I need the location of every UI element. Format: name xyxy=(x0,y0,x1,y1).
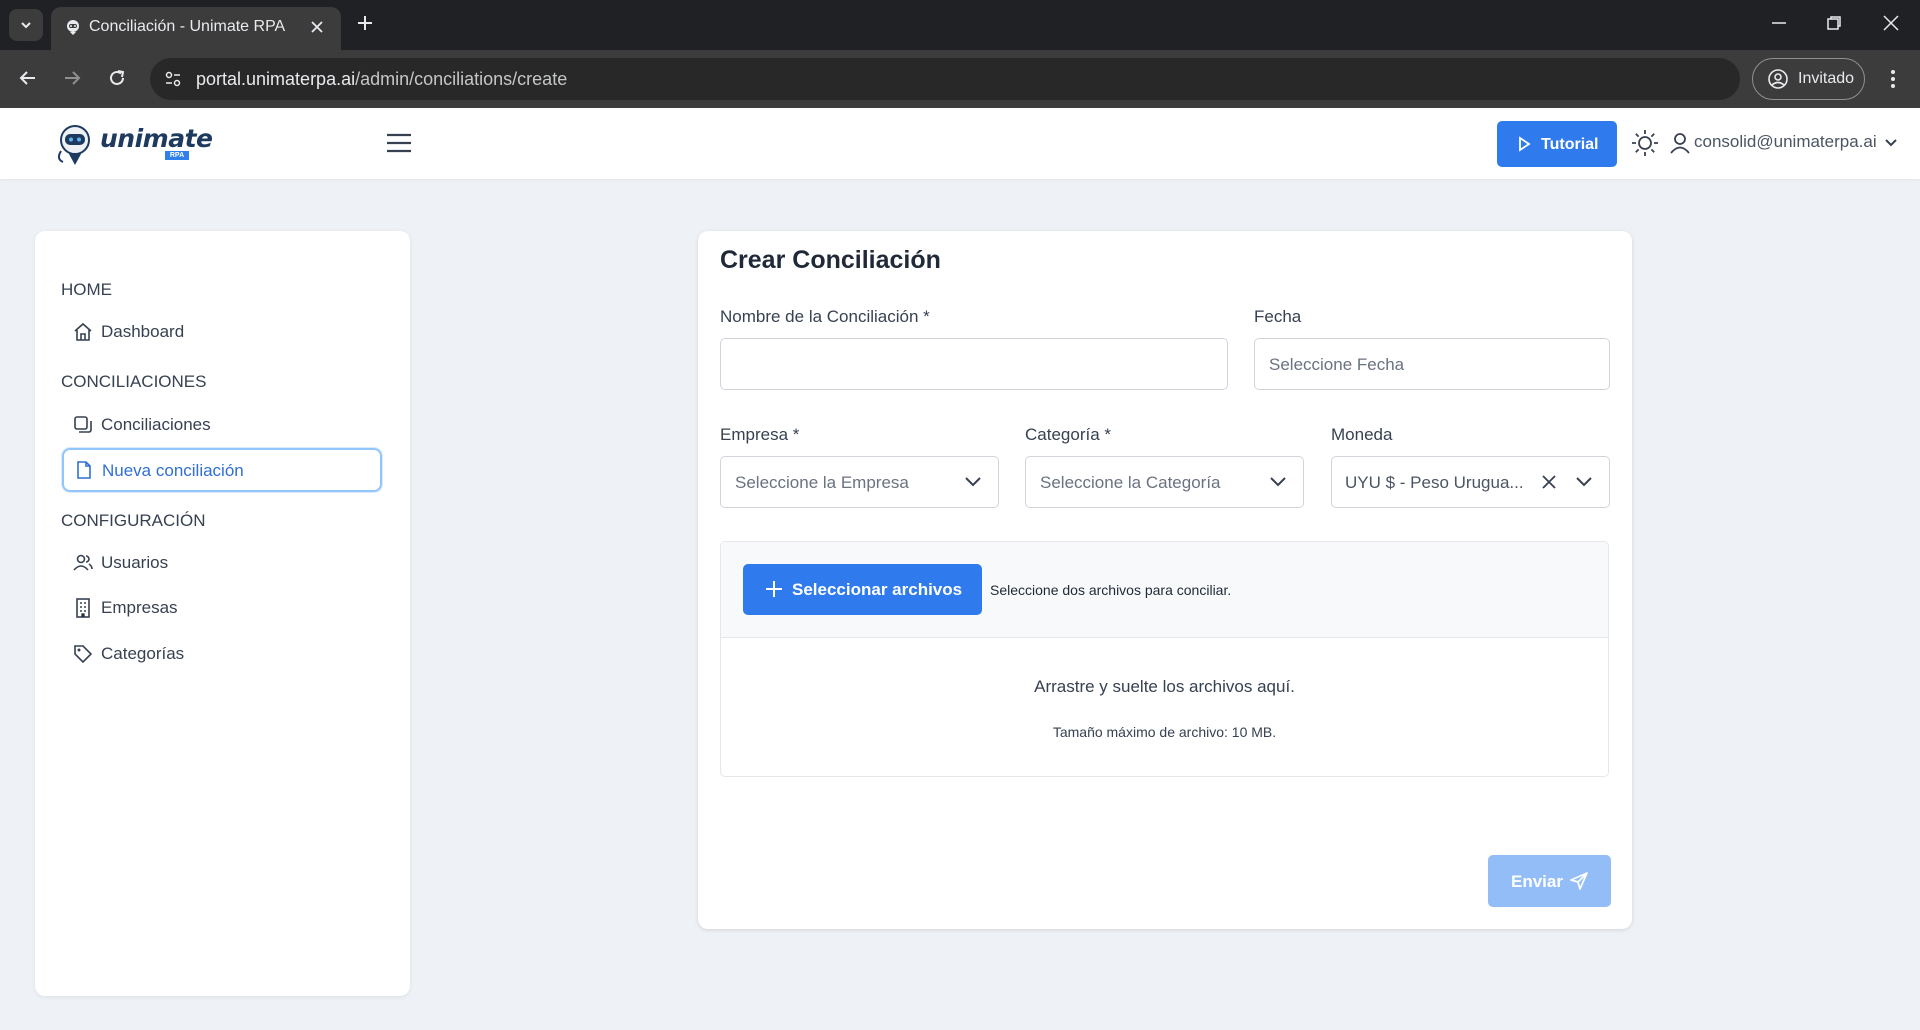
select-files-label: Seleccionar archivos xyxy=(792,580,963,599)
file-upload-area[interactable]: Seleccionar archivos Seleccione dos arch… xyxy=(720,541,1609,777)
site-settings-icon[interactable] xyxy=(164,70,182,88)
address-bar[interactable]: portal.unimaterpa.ai/admin/conciliations… xyxy=(150,58,1740,100)
users-icon xyxy=(73,554,93,571)
sidebar-item-label: Nueva conciliación xyxy=(102,461,244,480)
submit-label: Enviar xyxy=(1511,872,1563,891)
sidebar-item-label: Usuarios xyxy=(101,553,169,572)
logo-subtext: RPA xyxy=(165,151,189,160)
chevron-down-icon xyxy=(1885,139,1897,147)
tab-title: Conciliación - Unimate RPA xyxy=(89,18,286,35)
currency-value: UYU $ - Peso Urugua... xyxy=(1345,473,1524,492)
copy-icon xyxy=(74,416,92,433)
browser-menu-icon[interactable] xyxy=(1885,68,1901,90)
sidebar-item-empresas[interactable]: Empresas xyxy=(62,586,382,630)
hamburger-menu-icon[interactable] xyxy=(386,133,412,153)
sidebar-item-categorias[interactable]: Categorías xyxy=(62,632,382,676)
sidebar-item-dashboard[interactable]: Dashboard xyxy=(62,310,382,354)
category-label: Categoría * xyxy=(1025,425,1111,444)
browser-tab-bar: Conciliación - Unimate RPA xyxy=(0,0,1920,50)
home-icon xyxy=(74,322,92,341)
company-select[interactable]: Seleccione la Empresa xyxy=(720,456,999,508)
category-select[interactable]: Seleccione la Categoría xyxy=(1025,456,1304,508)
sidebar-section-configuracion: CONFIGURACIÓN xyxy=(61,511,206,530)
sidebar-item-label: Dashboard xyxy=(101,322,185,341)
submit-button[interactable]: Enviar xyxy=(1488,855,1611,907)
tutorial-button[interactable]: Tutorial xyxy=(1497,121,1617,167)
chevron-down-icon xyxy=(1270,477,1286,487)
chevron-down-icon xyxy=(965,477,981,487)
user-email: consolid@unimaterpa.ai xyxy=(1694,132,1877,151)
sun-icon[interactable] xyxy=(1631,129,1659,157)
close-window-icon[interactable] xyxy=(1882,14,1900,32)
currency-select[interactable]: UYU $ - Peso Urugua... xyxy=(1331,456,1610,508)
forward-icon[interactable] xyxy=(61,67,83,89)
chevron-down-icon xyxy=(21,22,31,29)
new-tab-icon[interactable] xyxy=(355,13,375,33)
back-icon[interactable] xyxy=(17,67,39,89)
drop-zone-text: Arrastre y suelte los archivos aquí. xyxy=(1034,677,1295,696)
clear-icon[interactable] xyxy=(1541,474,1557,490)
select-files-hint: Seleccione dos archivos para conciliar. xyxy=(990,582,1232,598)
restore-icon[interactable] xyxy=(1825,14,1843,32)
sidebar-section-home: HOME xyxy=(61,280,112,299)
profile-icon xyxy=(1768,69,1788,89)
chevron-down-icon xyxy=(1576,477,1592,487)
play-icon xyxy=(1519,136,1531,152)
file-icon xyxy=(77,461,91,479)
send-icon xyxy=(1570,872,1588,890)
sidebar-item-label: Empresas xyxy=(101,598,178,617)
category-placeholder: Seleccione la Categoría xyxy=(1040,473,1221,492)
profile-button[interactable]: Invitado xyxy=(1752,58,1865,100)
max-file-size-text: Tamaño máximo de archivo: 10 MB. xyxy=(1052,724,1277,740)
sidebar-item-label: Conciliaciones xyxy=(101,415,211,434)
sidebar-item-conciliaciones[interactable]: Conciliaciones xyxy=(62,403,382,447)
file-upload-header: Seleccionar archivos Seleccione dos arch… xyxy=(721,542,1608,638)
tag-icon xyxy=(74,645,93,664)
robot-favicon-icon xyxy=(67,20,79,35)
reload-icon[interactable] xyxy=(106,67,128,89)
page-title: Crear Conciliación xyxy=(720,246,941,274)
app-header: unimate RPA Tutorial consolid@unimaterpa… xyxy=(0,108,1920,179)
plus-icon xyxy=(766,581,782,597)
date-placeholder: Seleccione Fecha xyxy=(1269,355,1405,374)
create-conciliation-card: Crear Conciliación Nombre de la Concilia… xyxy=(698,231,1632,929)
user-icon xyxy=(1670,133,1690,154)
tab-list-button[interactable] xyxy=(9,9,43,41)
url-path: /admin/conciliations/create xyxy=(355,69,568,89)
close-tab-icon[interactable] xyxy=(309,19,325,35)
sidebar-item-usuarios[interactable]: Usuarios xyxy=(62,541,382,585)
robot-logo-icon xyxy=(57,125,90,165)
company-placeholder: Seleccione la Empresa xyxy=(735,473,909,492)
logo-text: unimate xyxy=(100,124,213,153)
sidebar-item-nueva-conciliacion[interactable]: Nueva conciliación xyxy=(62,448,382,492)
sidebar-item-label: Categorías xyxy=(101,644,185,663)
conciliation-name-input[interactable] xyxy=(720,338,1228,390)
sidebar-section-conciliaciones: CONCILIACIONES xyxy=(61,372,207,391)
tutorial-label: Tutorial xyxy=(1541,136,1599,153)
url-text: portal.unimaterpa.ai/admin/conciliations… xyxy=(196,69,567,90)
minimize-icon[interactable] xyxy=(1770,14,1788,32)
name-label: Nombre de la Conciliación * xyxy=(720,307,930,326)
date-label: Fecha xyxy=(1254,307,1302,326)
browser-tab[interactable]: Conciliación - Unimate RPA xyxy=(51,7,341,50)
sidebar: HOME Dashboard CONCILIACIONES Conciliaci… xyxy=(35,231,410,996)
building-icon xyxy=(76,598,90,618)
date-input[interactable]: Seleccione Fecha xyxy=(1254,338,1610,390)
currency-label: Moneda xyxy=(1331,425,1393,444)
url-host: portal.unimaterpa.ai xyxy=(196,69,356,89)
profile-label: Invitado xyxy=(1798,70,1855,87)
company-label: Empresa * xyxy=(720,425,800,444)
select-files-button[interactable]: Seleccionar archivos xyxy=(743,564,982,615)
